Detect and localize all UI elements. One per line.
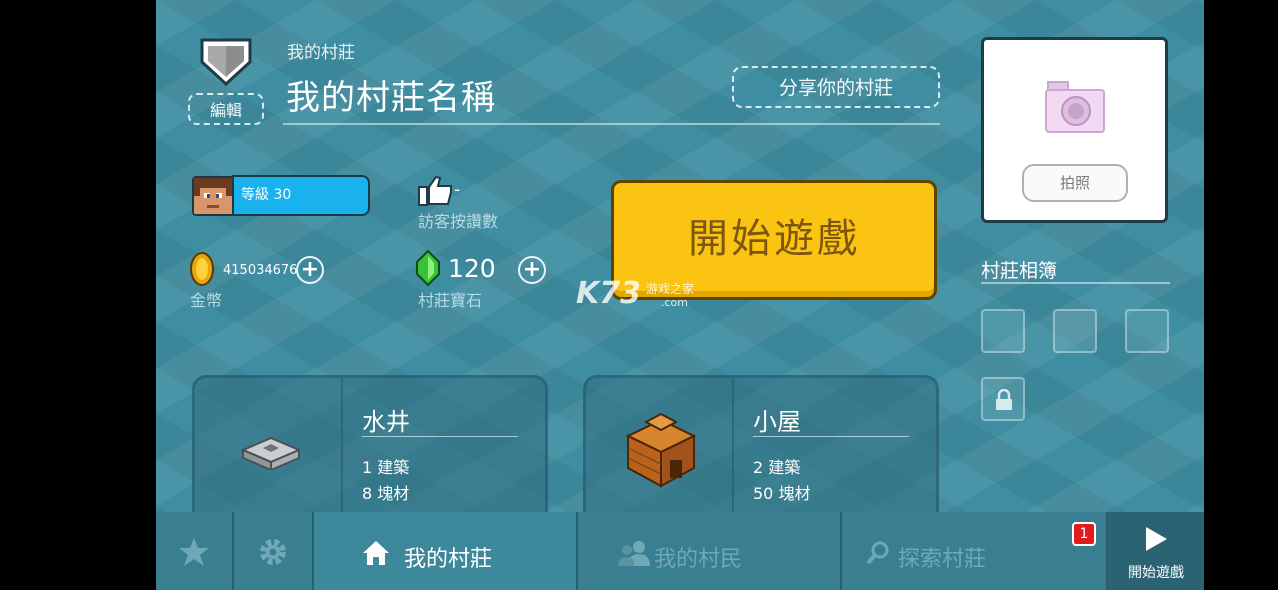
village-photo-frame: 拍照 [981,37,1168,223]
lock-icon [996,389,1012,410]
play-icon [1146,527,1167,551]
villagers-icon [618,541,650,566]
building-name: 小屋 [753,408,801,436]
village-name[interactable]: 我的村莊名稱 [286,70,496,119]
search-icon [866,541,889,565]
bottom-nav: 我的村莊 我的村民 探索村莊 開始遊戲 [156,512,1204,590]
building-card-well[interactable]: 水井 1 建築 8 塊材 [192,375,548,525]
take-photo-button[interactable]: 拍照 [1022,164,1128,202]
player-avatar[interactable] [192,176,234,216]
album-slot[interactable] [1053,309,1097,353]
block-count: 8 塊材 [362,484,410,503]
card-title-line [753,436,909,437]
edit-button[interactable]: 編輯 [188,93,264,125]
building-card-hut[interactable]: 小屋 2 建築 50 塊材 [583,375,939,525]
likes-label: 訪客按讚數 [418,212,499,231]
home-icon [363,541,389,565]
favorites-button[interactable] [156,512,234,590]
hut-icon [625,412,697,488]
tab-explore-villages[interactable]: 探索村莊 [842,512,1108,590]
play-label: 開始遊戲 [1128,565,1184,581]
building-count: 2 建築 [753,458,801,477]
add-gems-button[interactable]: + [518,256,546,284]
album-title: 村莊相簿 [981,260,1058,282]
settings-button[interactable] [234,512,314,590]
notification-badge: 1 [1072,522,1096,546]
tab-my-villagers[interactable]: 我的村民 [578,512,842,590]
building-name: 水井 [362,408,410,436]
album-divider [981,282,1170,284]
thumbs-up-icon [418,175,452,206]
title-divider [283,123,940,125]
likes-value: - [454,180,461,200]
card-title-line [362,436,518,437]
page-subtitle: 我的村莊 [287,43,355,63]
village-screen: 編輯 我的村莊 我的村莊名稱 分享你的村莊 等級 30 - 訪客按讚數 4150… [156,0,1204,590]
watermark-logo: K73 [576,276,641,311]
level-bar: 等級 30 [232,175,370,216]
card-divider [341,378,343,522]
avatar-face-icon [194,178,232,214]
share-village-button[interactable]: 分享你的村莊 [732,66,940,108]
tab-label: 探索村莊 [898,547,987,572]
camera-icon [1045,81,1105,133]
coins-label: 金幣 [190,291,223,310]
tab-label: 我的村莊 [404,547,493,572]
album-slot[interactable] [981,309,1025,353]
album-slot[interactable] [1125,309,1169,353]
building-count: 1 建築 [362,458,410,477]
well-icon [241,436,301,470]
gems-label: 村莊寶石 [418,291,483,310]
star-icon [179,538,209,566]
watermark-sub: 游戏之家 [646,282,695,296]
village-shield-icon [200,38,252,86]
gems-value: 120 [448,254,496,283]
coin-icon [190,252,214,286]
watermark-domain: .com [661,296,688,309]
tab-label: 我的村民 [654,547,743,572]
gem-icon [416,250,440,286]
gear-icon [260,539,286,565]
add-coins-button[interactable]: + [296,256,324,284]
coins-value: 415034676 [223,263,298,278]
block-count: 50 塊材 [753,484,811,503]
start-game-nav-button[interactable]: 開始遊戲 [1108,512,1204,590]
tab-my-village[interactable]: 我的村莊 [314,512,578,590]
card-divider [732,378,734,522]
album-slot-locked[interactable] [981,377,1025,421]
